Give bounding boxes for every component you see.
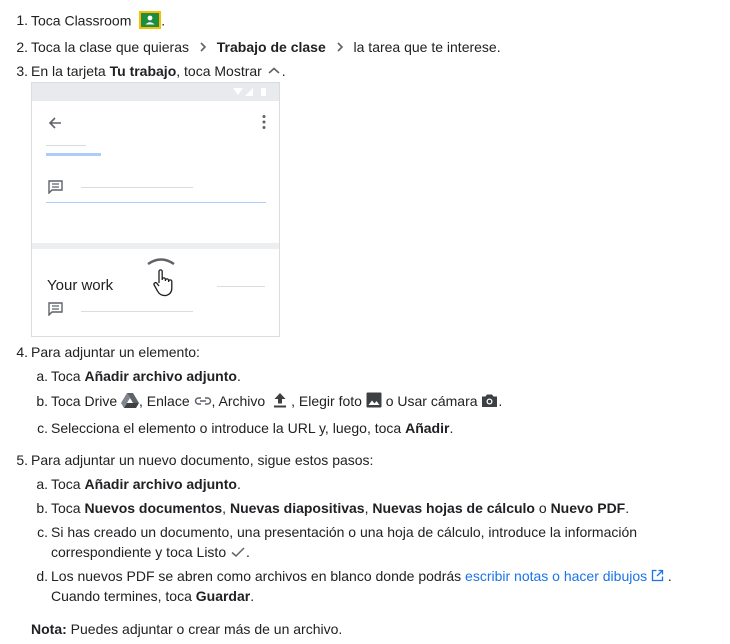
chevron-right-icon	[198, 39, 208, 57]
note-label: Nota:	[31, 621, 67, 637]
comment-icon	[48, 302, 63, 316]
card-label: Your work	[47, 277, 114, 294]
hand-pointer-icon	[153, 269, 173, 297]
placeholder-line	[46, 153, 101, 156]
placeholder-line	[217, 286, 265, 287]
step-number: 5.	[16, 452, 28, 468]
comment-icon	[48, 180, 63, 194]
classroom-icon	[139, 11, 162, 33]
link-icon	[194, 393, 212, 411]
status-bar	[32, 83, 279, 101]
chevron-right-icon	[335, 39, 345, 57]
card-divider	[32, 243, 279, 249]
step-number: 2.	[16, 39, 28, 55]
open-in-new-icon[interactable]	[651, 568, 664, 586]
status-icons	[233, 88, 266, 96]
expand-less-icon	[266, 63, 282, 81]
placeholder-line	[46, 202, 266, 203]
placeholder-line	[46, 145, 86, 146]
drive-icon	[121, 392, 140, 412]
placeholder-line	[81, 187, 193, 188]
step-number: 4.	[16, 344, 28, 360]
more-vert-icon	[262, 115, 266, 129]
back-arrow-icon	[48, 117, 61, 129]
placeholder-line	[81, 311, 193, 312]
camera-icon	[481, 393, 498, 412]
expand-less-icon	[147, 258, 175, 266]
note: Nota: Puedes adjuntar o crear más de un …	[31, 620, 342, 638]
draw-notes-link[interactable]: escribir notas o hacer dibujos	[465, 568, 647, 584]
tu-trabajo-illustration: Your work	[31, 82, 280, 337]
image-icon	[366, 392, 382, 412]
check-icon	[230, 544, 246, 562]
step-number: 1.	[16, 12, 28, 28]
upload-icon	[272, 392, 288, 412]
step-number: 3.	[16, 63, 28, 79]
step-text: Toca Classroom	[31, 12, 132, 29]
note-text: Puedes adjuntar o crear más de un archiv…	[66, 621, 343, 637]
